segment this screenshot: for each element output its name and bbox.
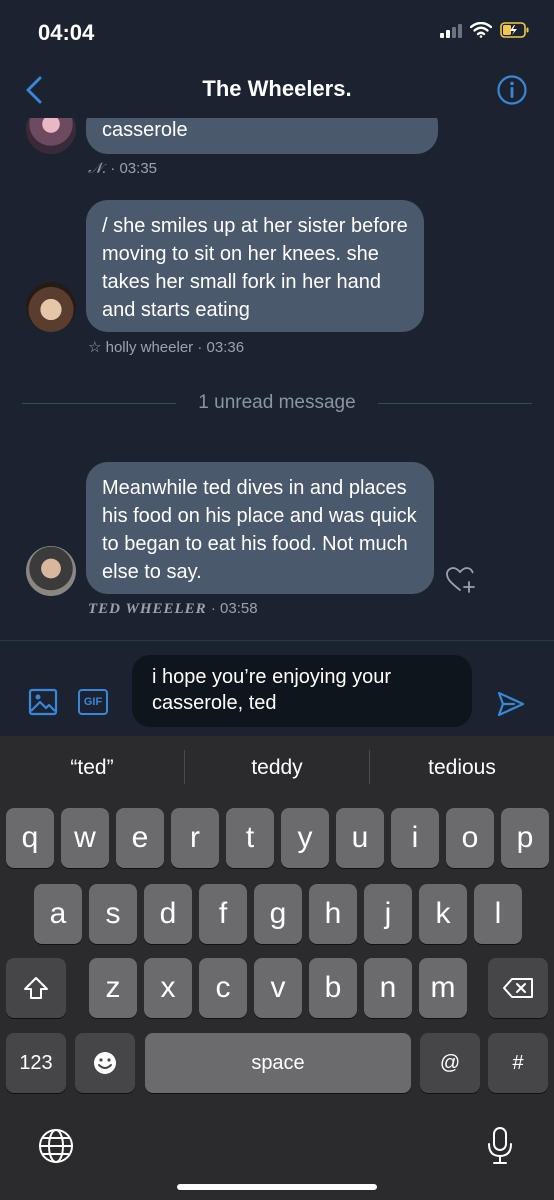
message-bubble[interactable]: Meanwhile ted dives in and places his fo… <box>86 462 434 594</box>
key[interactable]: v <box>254 958 302 1018</box>
avatar[interactable] <box>26 546 76 596</box>
message-time: 03:58 <box>220 600 258 617</box>
message-meta: TED WHEELER · 03:58 <box>88 600 258 617</box>
key[interactable]: c <box>199 958 247 1018</box>
key[interactable]: k <box>419 884 467 944</box>
key[interactable]: d <box>144 884 192 944</box>
avatar[interactable] <box>26 118 76 154</box>
key[interactable]: u <box>336 808 384 868</box>
message-meta: 𝒩. · 03:35 <box>88 160 158 177</box>
key[interactable]: m <box>419 958 467 1018</box>
key[interactable]: o <box>446 808 494 868</box>
send-icon[interactable] <box>496 689 526 719</box>
key[interactable]: q <box>6 808 54 868</box>
key[interactable]: g <box>254 884 302 944</box>
key[interactable]: x <box>144 958 192 1018</box>
key[interactable]: t <box>226 808 274 868</box>
photo-icon[interactable] <box>28 687 58 717</box>
at-key[interactable]: @ <box>420 1033 480 1093</box>
emoji-icon <box>94 1052 116 1074</box>
key[interactable]: i <box>391 808 439 868</box>
keyboard: “ted” teddy tedious q w e r t y u i o p … <box>0 736 554 1200</box>
compose-bar: GIF i hope you’re enjoying your casserol… <box>0 640 554 736</box>
key[interactable]: e <box>116 808 164 868</box>
key[interactable]: p <box>501 808 549 868</box>
key[interactable]: b <box>309 958 357 1018</box>
backspace-icon <box>503 978 533 998</box>
key[interactable]: h <box>309 884 357 944</box>
message-list[interactable]: casserole 𝒩. · 03:35 / she smiles up at … <box>0 118 554 640</box>
avatar[interactable] <box>26 282 76 332</box>
add-reaction-heart-icon[interactable] <box>445 564 477 594</box>
message-bubble[interactable]: casserole <box>86 118 438 154</box>
key[interactable]: a <box>34 884 82 944</box>
suggestion-item[interactable]: “ted” <box>0 756 184 780</box>
suggestion-bar: “ted” teddy tedious <box>0 736 554 804</box>
key[interactable]: l <box>474 884 522 944</box>
nav-bar: The Wheelers. <box>0 62 554 118</box>
conversation-title: The Wheelers. <box>202 76 352 101</box>
backspace-key[interactable] <box>488 958 548 1018</box>
key[interactable]: z <box>89 958 137 1018</box>
wifi-icon <box>470 22 492 38</box>
numbers-key[interactable]: 123 <box>6 1033 66 1093</box>
status-icons <box>440 22 530 38</box>
sender-name: 𝒩. <box>88 161 107 177</box>
unread-divider: 1 unread message <box>22 392 532 413</box>
cellular-signal-icon <box>440 22 462 38</box>
suggestion-item[interactable]: tedious <box>370 756 554 780</box>
message-time: 03:35 <box>119 160 158 177</box>
message-text: Meanwhile ted dives in and places his fo… <box>102 477 417 583</box>
shift-icon <box>24 977 48 999</box>
sender-name: TED WHEELER <box>88 601 207 617</box>
suggestion-item[interactable]: teddy <box>185 756 369 780</box>
key[interactable]: s <box>89 884 137 944</box>
battery-charging-icon <box>500 22 529 38</box>
key[interactable]: y <box>281 808 329 868</box>
key[interactable]: f <box>199 884 247 944</box>
gif-button[interactable]: GIF <box>78 689 108 715</box>
message-bubble[interactable]: / she smiles up at her sister before mov… <box>86 200 424 332</box>
hash-key[interactable]: # <box>488 1033 548 1093</box>
key[interactable]: w <box>61 808 109 868</box>
message-input[interactable]: i hope you’re enjoying your casserole, t… <box>132 655 472 727</box>
sender-name: ☆ holly wheeler <box>88 339 194 356</box>
home-indicator[interactable] <box>177 1184 377 1190</box>
globe-icon[interactable] <box>38 1128 74 1164</box>
shift-key[interactable] <box>6 958 66 1018</box>
message-time: 03:36 <box>206 339 245 356</box>
status-bar: 04:04 <box>0 0 554 62</box>
status-time: 04:04 <box>38 20 95 45</box>
message-text: casserole <box>102 119 188 141</box>
info-icon[interactable] <box>496 74 528 106</box>
key[interactable]: n <box>364 958 412 1018</box>
microphone-icon[interactable] <box>485 1126 515 1166</box>
emoji-key[interactable] <box>75 1033 135 1093</box>
message-text: / she smiles up at her sister before mov… <box>102 215 408 321</box>
key[interactable]: r <box>171 808 219 868</box>
message-meta: ☆ holly wheeler · 03:36 <box>88 339 245 356</box>
space-key[interactable]: space <box>145 1033 411 1093</box>
key[interactable]: j <box>364 884 412 944</box>
